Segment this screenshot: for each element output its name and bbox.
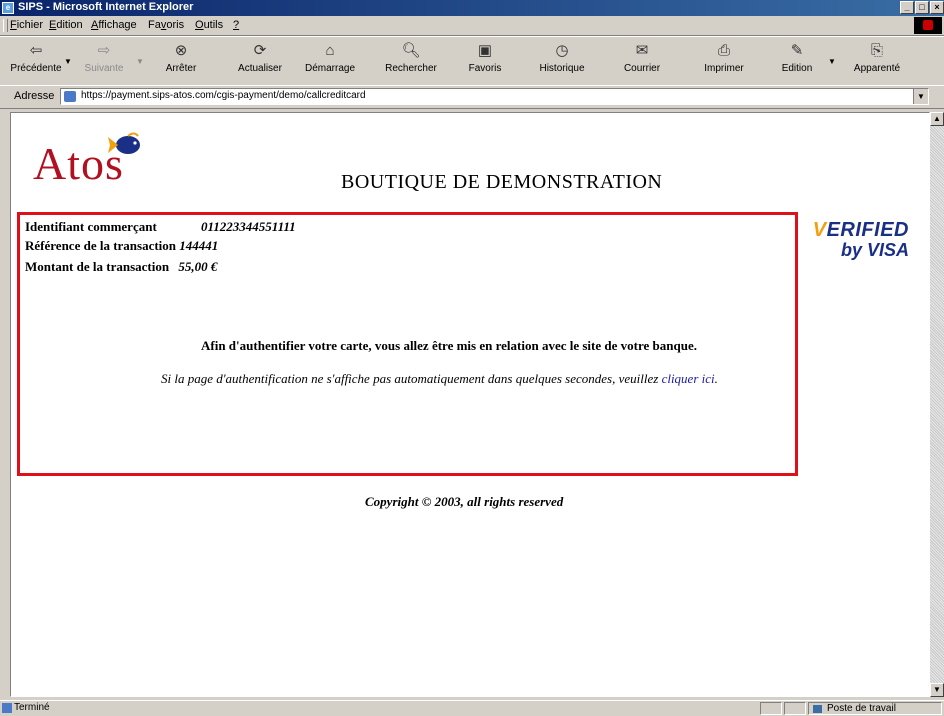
shop-title: BOUTIQUE DE DEMONSTRATION	[341, 171, 663, 193]
favorites-button[interactable]: ▣ Favoris	[453, 39, 517, 83]
amount-label: Montant de la transaction	[25, 259, 170, 274]
menu-help[interactable]: ?	[233, 19, 239, 31]
ie-icon: e	[2, 2, 14, 14]
window-title-bar[interactable]: e SIPS - Microsoft Internet Explorer _ □…	[0, 0, 944, 16]
scroll-up-icon[interactable]: ▲	[930, 112, 944, 126]
address-dropdown-icon[interactable]: ▼	[913, 89, 928, 104]
menu-bar: Fichier Edition Affichage Favoris Outils…	[0, 16, 944, 36]
fish-logo-icon	[108, 132, 140, 154]
address-input[interactable]: https://payment.sips-atos.com/cgis-payme…	[60, 88, 929, 105]
merchant-id-label: Identifiant commerçant	[25, 219, 157, 234]
search-icon: 🔍︎	[401, 42, 421, 59]
favorites-icon: ▣	[477, 42, 493, 59]
related-button[interactable]: ⎘ Apparenté	[845, 39, 909, 83]
menu-fichier[interactable]: Fichier	[10, 19, 43, 31]
amount-value: 55,00 €	[178, 259, 218, 274]
menu-affichage[interactable]: Affichage	[91, 19, 137, 31]
status-pane	[784, 702, 806, 715]
standard-toolbar: ⇦ Précédente ▼ ⇨ Suivante ▼ ⊗ Arrêter ⟳ …	[0, 36, 944, 86]
close-button[interactable]: ×	[930, 1, 944, 14]
print-icon: ⎙	[717, 42, 730, 59]
history-icon: ◷	[555, 42, 569, 59]
print-button[interactable]: ⎙ Imprimer	[692, 39, 756, 83]
page-viewport: Atos BOUTIQUE DE DEMONSTRATION Identifia…	[10, 112, 930, 697]
address-label: Adresse	[14, 90, 55, 102]
auth-redirect-note: Si la page d'authentification ne s'affic…	[161, 371, 718, 386]
refresh-icon: ⟳	[253, 42, 267, 59]
window-title: SIPS - Microsoft Internet Explorer	[18, 1, 194, 13]
menu-favoris[interactable]: Favoris	[148, 19, 184, 31]
search-button[interactable]: 🔍︎ Rechercher	[379, 39, 443, 83]
auth-message: Afin d'authentifier votre carte, vous al…	[201, 338, 697, 353]
forward-arrow-icon: ⇨	[97, 42, 111, 59]
security-zone: Poste de travail	[808, 702, 942, 715]
merchant-id-row: Identifiant commerçant 011223344551111	[25, 219, 296, 235]
forward-dropdown-icon[interactable]: ▼	[136, 57, 144, 66]
address-bar: Adresse https://payment.sips-atos.com/cg…	[0, 85, 944, 109]
menu-edition[interactable]: Edition	[49, 19, 83, 31]
edit-icon: ✎	[790, 42, 804, 59]
mail-button[interactable]: ✉ Courrier	[610, 39, 674, 83]
vertical-scrollbar[interactable]: ▲ ▼	[930, 112, 944, 697]
toolbar-grip[interactable]	[3, 19, 8, 32]
merchant-id-value: 011223344551111	[201, 219, 296, 234]
home-icon: ⌂	[325, 42, 335, 59]
stop-icon: ⊗	[174, 42, 188, 59]
maximize-button[interactable]: □	[915, 1, 929, 14]
computer-icon	[813, 705, 822, 713]
related-icon: ⎘	[870, 42, 883, 59]
minimize-button[interactable]: _	[900, 1, 914, 14]
reference-row: Référence de la transaction 144441	[25, 238, 218, 254]
click-here-link[interactable]: cliquer ici	[662, 371, 715, 386]
refresh-button[interactable]: ⟳ Actualiser	[228, 39, 292, 83]
reference-value: 144441	[179, 238, 219, 253]
amount-row: Montant de la transaction 55,00 €	[25, 259, 217, 275]
edit-dropdown-icon[interactable]: ▼	[828, 57, 836, 66]
edit-button[interactable]: ✎ Edition	[765, 39, 829, 83]
status-pane	[760, 702, 782, 715]
address-url[interactable]: https://payment.sips-atos.com/cgis-payme…	[81, 90, 366, 101]
stop-button[interactable]: ⊗ Arrêter	[149, 39, 213, 83]
page-status-icon	[2, 703, 12, 713]
windows-logo-icon	[914, 17, 942, 34]
copyright: Copyright © 2003, all rights reserved	[365, 494, 564, 509]
home-button[interactable]: ⌂ Démarrage	[298, 39, 362, 83]
verified-by-visa-logo: VERIFIED by VISA	[812, 219, 909, 260]
reference-label: Référence de la transaction	[25, 238, 177, 253]
back-arrow-icon: ⇦	[29, 42, 43, 59]
menu-outils[interactable]: Outils	[195, 19, 223, 31]
mail-icon: ✉	[635, 42, 649, 59]
status-bar: Terminé Poste de travail	[0, 700, 944, 716]
history-button[interactable]: ◷ Historique	[530, 39, 594, 83]
back-button[interactable]: ⇦ Précédente	[4, 39, 68, 83]
forward-button[interactable]: ⇨ Suivante	[72, 39, 136, 83]
status-text: Terminé	[14, 702, 50, 713]
page-icon	[64, 91, 76, 102]
back-dropdown-icon[interactable]: ▼	[64, 57, 72, 66]
scroll-down-icon[interactable]: ▼	[930, 683, 944, 697]
